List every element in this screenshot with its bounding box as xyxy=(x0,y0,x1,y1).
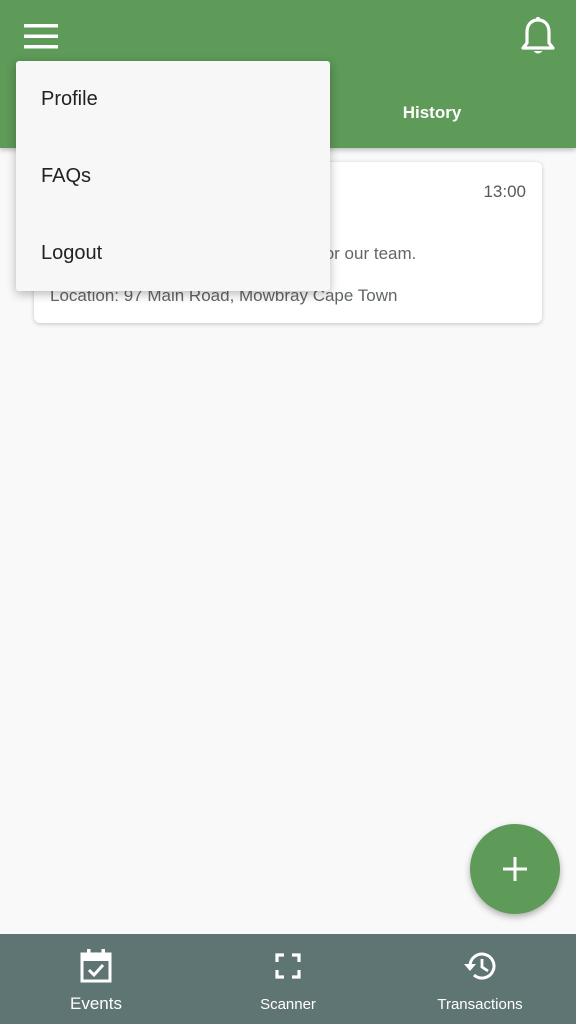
history-icon xyxy=(464,952,496,980)
nav-item-events[interactable]: Events xyxy=(0,934,192,1024)
nav-item-transactions[interactable]: Transactions xyxy=(384,934,576,1024)
event-time: 13:00 xyxy=(483,182,526,201)
menu-item-faqs[interactable]: FAQs xyxy=(16,138,330,215)
bell-icon xyxy=(521,17,555,54)
scan-frame-icon xyxy=(275,953,301,979)
menu-item-profile[interactable]: Profile xyxy=(16,61,330,138)
nav-item-scanner[interactable]: Scanner xyxy=(192,934,384,1024)
calendar-check-icon xyxy=(80,949,112,983)
navigation-menu: Profile FAQs Logout xyxy=(16,61,330,291)
tab-history-label: History xyxy=(402,103,462,122)
hamburger-menu-icon xyxy=(24,24,58,49)
menu-button[interactable] xyxy=(18,18,64,54)
nav-label-transactions: Transactions xyxy=(437,996,523,1013)
menu-item-logout[interactable]: Logout xyxy=(16,215,330,292)
plus-icon xyxy=(503,857,527,881)
event-description-text: for our team. xyxy=(320,244,417,263)
nav-label-scanner: Scanner xyxy=(260,996,316,1013)
bottom-navigation: Events Scanner Transactions xyxy=(0,934,576,1024)
tab-history[interactable]: History xyxy=(330,100,534,126)
notifications-button[interactable] xyxy=(518,14,558,60)
nav-label-events: Events xyxy=(70,994,122,1013)
add-button[interactable] xyxy=(470,824,560,914)
